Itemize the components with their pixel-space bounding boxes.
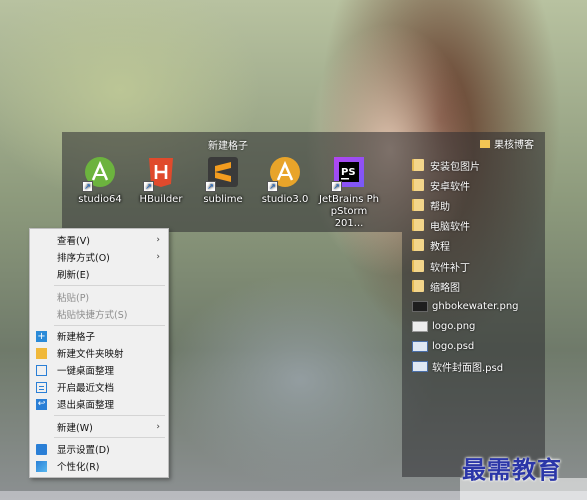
desktop-context-menu: 查看(V) › 排序方式(O) › 刷新(E) 粘贴(P) 粘贴快捷方式(S) + … bbox=[29, 228, 169, 478]
app-label: sublime bbox=[203, 194, 243, 205]
shortcut-arrow-icon: ↗ bbox=[331, 181, 342, 192]
folder-icon bbox=[412, 260, 424, 272]
folder-icon bbox=[412, 239, 424, 251]
menu-item-personalize[interactable]: 个性化(R) bbox=[30, 458, 168, 474]
image-file-icon bbox=[412, 300, 428, 312]
menu-divider bbox=[54, 325, 165, 326]
shortcut-arrow-icon: ↗ bbox=[267, 181, 278, 192]
folder-icon bbox=[412, 159, 424, 171]
shortcut-arrow-icon: ↗ bbox=[205, 181, 216, 192]
watermark-logo: 最需教育 bbox=[462, 455, 562, 484]
menu-divider bbox=[54, 437, 165, 438]
exit-icon: ↩ bbox=[36, 398, 47, 410]
personalize-icon bbox=[36, 460, 47, 472]
menu-item-new[interactable]: 新建(W) › bbox=[30, 419, 168, 435]
add-fence-icon: + bbox=[36, 330, 47, 342]
app-label: studio64 bbox=[78, 194, 122, 205]
app-studio64[interactable]: ↗ studio64 bbox=[70, 156, 130, 206]
folder-icon bbox=[412, 179, 424, 191]
psd-file-icon bbox=[412, 340, 428, 352]
menu-item-new-fence[interactable]: + 新建格子 bbox=[30, 328, 168, 344]
file-item[interactable]: 软件封面图.psd bbox=[412, 357, 503, 375]
image-file-icon bbox=[412, 320, 428, 332]
document-icon bbox=[36, 381, 47, 393]
file-item[interactable]: 帮助 bbox=[412, 196, 450, 214]
app-label-line1: JetBrains Ph bbox=[319, 194, 379, 205]
phpstorm-icon: PS ↗ bbox=[331, 156, 365, 192]
file-item[interactable]: logo.psd bbox=[412, 337, 474, 355]
menu-item-view[interactable]: 查看(V) › bbox=[30, 232, 168, 248]
chevron-right-icon: › bbox=[156, 252, 160, 262]
app-sublime[interactable]: ↗ sublime bbox=[193, 156, 253, 206]
app-label: HBuilder bbox=[139, 194, 183, 205]
menu-item-paste-shortcut[interactable]: 粘贴快捷方式(S) bbox=[30, 306, 168, 322]
folder-icon bbox=[412, 219, 424, 231]
menu-item-display-settings[interactable]: 显示设置(D) bbox=[30, 441, 168, 457]
shortcut-arrow-icon: ↗ bbox=[82, 181, 93, 192]
folder-icon bbox=[480, 139, 490, 148]
menu-divider bbox=[54, 415, 165, 416]
file-item[interactable]: 教程 bbox=[412, 236, 450, 254]
app-label: studio3.0 bbox=[261, 194, 309, 205]
chevron-right-icon: › bbox=[156, 235, 160, 245]
menu-divider bbox=[54, 285, 165, 286]
menu-item-desktop-organize[interactable]: 一键桌面整理 bbox=[30, 362, 168, 378]
file-item[interactable]: 安卓软件 bbox=[412, 176, 470, 194]
app-label-line2: pStorm 201... bbox=[330, 206, 368, 229]
fence-new-grid-title: 新建格子 bbox=[208, 141, 248, 152]
file-item[interactable]: 缩略图 bbox=[412, 277, 460, 295]
shortcut-arrow-icon: ↗ bbox=[143, 181, 154, 192]
display-icon bbox=[36, 443, 47, 455]
menu-item-exit-organize[interactable]: ↩ 退出桌面整理 bbox=[30, 396, 168, 412]
file-item[interactable]: logo.png bbox=[412, 317, 475, 335]
organize-icon bbox=[36, 364, 47, 376]
hbuilder-icon: ↗ bbox=[143, 156, 177, 192]
folder-map-icon bbox=[36, 347, 47, 359]
menu-item-recent-docs[interactable]: 开启最近文档 bbox=[30, 379, 168, 395]
psd-file-icon bbox=[412, 360, 428, 372]
svg-text:PS: PS bbox=[341, 167, 356, 178]
menu-item-new-folder-map[interactable]: 新建文件夹映射 bbox=[30, 345, 168, 361]
chevron-right-icon: › bbox=[156, 422, 160, 432]
app-phpstorm[interactable]: PS ↗ JetBrains Ph pStorm 201... bbox=[316, 156, 382, 230]
android-studio-icon: ↗ bbox=[267, 156, 301, 192]
fence-guohe-blog-header: 果核博客 bbox=[480, 136, 534, 151]
app-hbuilder[interactable]: ↗ HBuilder bbox=[131, 156, 191, 206]
file-item[interactable]: 软件补丁 bbox=[412, 257, 470, 275]
menu-item-refresh[interactable]: 刷新(E) bbox=[30, 266, 168, 282]
file-item[interactable]: 电脑软件 bbox=[412, 216, 470, 234]
file-item[interactable]: 安装包图片 bbox=[412, 156, 480, 174]
menu-item-sort[interactable]: 排序方式(O) › bbox=[30, 249, 168, 265]
android-studio-icon: ↗ bbox=[82, 156, 116, 192]
file-item[interactable]: ghbokewater.png bbox=[412, 297, 519, 315]
app-studio3[interactable]: ↗ studio3.0 bbox=[255, 156, 315, 206]
folder-icon bbox=[412, 280, 424, 292]
sublime-icon: ↗ bbox=[205, 156, 239, 192]
folder-icon bbox=[412, 199, 424, 211]
menu-item-paste[interactable]: 粘贴(P) bbox=[30, 289, 168, 305]
